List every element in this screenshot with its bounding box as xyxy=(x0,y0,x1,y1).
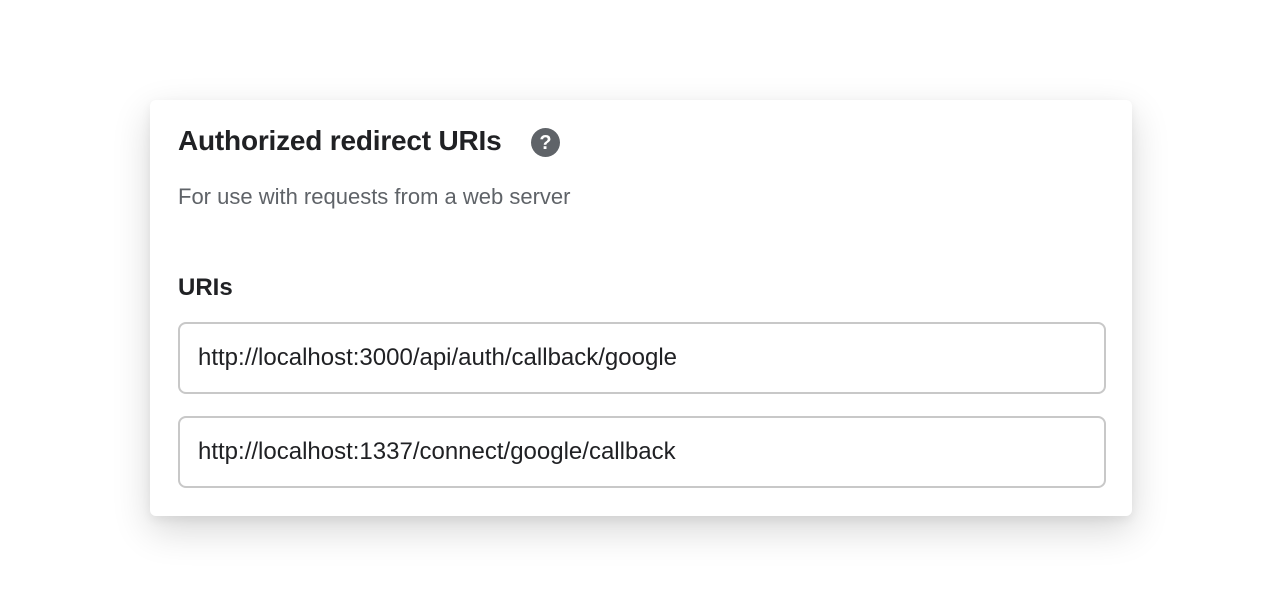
section-subtitle: For use with requests from a web server xyxy=(178,184,571,209)
section-title: Authorized redirect URIs xyxy=(178,124,502,156)
help-icon[interactable]: ? xyxy=(531,128,561,157)
question-mark-icon: ? xyxy=(540,132,552,154)
title-row: Authorized redirect URIs ? xyxy=(178,124,561,157)
redirect-uris-card: Authorized redirect URIs ? For use with … xyxy=(150,100,1132,516)
svg-text:?: ? xyxy=(540,132,552,154)
uri-input-1[interactable] xyxy=(178,322,1106,394)
uris-label: URIs xyxy=(178,274,233,301)
uri-input-2[interactable] xyxy=(178,416,1106,488)
